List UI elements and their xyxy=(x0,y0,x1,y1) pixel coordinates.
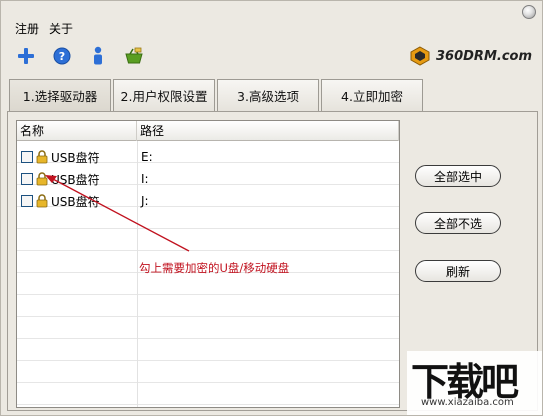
list-header: 名称 路径 xyxy=(17,121,399,141)
menu-bar: 注册 关于 xyxy=(15,21,73,37)
watermark: 下载吧 www.xiazaiba.com xyxy=(407,351,542,415)
plus-icon xyxy=(18,48,34,64)
brand-logo-icon xyxy=(410,46,430,66)
column-header-name[interactable]: 名称 xyxy=(17,121,137,141)
brand-logo: 360DRM.com xyxy=(410,45,532,67)
toolbar: ? xyxy=(15,45,145,67)
watermark-url: www.xiazaiba.com xyxy=(421,397,514,408)
refresh-button[interactable]: 刷新 xyxy=(415,260,501,282)
user-icon xyxy=(94,46,102,65)
buy-button[interactable] xyxy=(123,45,145,67)
lock-icon xyxy=(36,194,48,208)
row-checkbox[interactable] xyxy=(21,151,33,163)
menu-item-about[interactable]: 关于 xyxy=(49,21,73,37)
drive-path: J: xyxy=(141,194,149,208)
close-button[interactable] xyxy=(522,5,536,19)
column-divider xyxy=(399,141,400,407)
drive-path: I: xyxy=(141,172,149,186)
drive-name: USB盘符 xyxy=(51,172,100,187)
tab-select-drive[interactable]: 1.选择驱动器 xyxy=(9,79,111,111)
column-header-path[interactable]: 路径 xyxy=(137,121,399,141)
menu-item-register[interactable]: 注册 xyxy=(15,21,39,37)
help-icon: ? xyxy=(53,47,71,65)
tab-user-permissions[interactable]: 2.用户权限设置 xyxy=(113,79,215,111)
lock-icon xyxy=(36,150,48,164)
main-window: 注册 关于 ? 360DRM.com 1.选择驱动器 2.用户权限设置 3.高级… xyxy=(0,0,543,416)
deselect-all-button[interactable]: 全部不选 xyxy=(415,212,501,234)
lock-icon xyxy=(36,172,48,186)
table-row[interactable]: USB盘符 E: xyxy=(17,146,399,168)
add-button[interactable] xyxy=(15,45,37,67)
brand-text: 360DRM.com xyxy=(436,48,532,64)
basket-icon xyxy=(125,47,143,64)
annotation-text: 勾上需要加密的U盘/移动硬盘 xyxy=(139,261,290,275)
table-row[interactable]: USB盘符 J: xyxy=(17,190,399,212)
tab-encrypt-now[interactable]: 4.立即加密 xyxy=(321,79,423,111)
help-button[interactable]: ? xyxy=(51,45,73,67)
table-row[interactable]: USB盘符 I: xyxy=(17,168,399,190)
row-checkbox[interactable] xyxy=(21,173,33,185)
drive-name: USB盘符 xyxy=(51,194,100,209)
row-checkbox[interactable] xyxy=(21,195,33,207)
wizard-tabs: 1.选择驱动器 2.用户权限设置 3.高级选项 4.立即加密 xyxy=(9,79,425,111)
user-button[interactable] xyxy=(87,45,109,67)
drive-name: USB盘符 xyxy=(51,150,100,165)
select-all-button[interactable]: 全部选中 xyxy=(415,165,501,187)
svg-text:?: ? xyxy=(59,50,65,63)
drive-path: E: xyxy=(141,150,153,164)
tab-advanced-options[interactable]: 3.高级选项 xyxy=(217,79,319,111)
